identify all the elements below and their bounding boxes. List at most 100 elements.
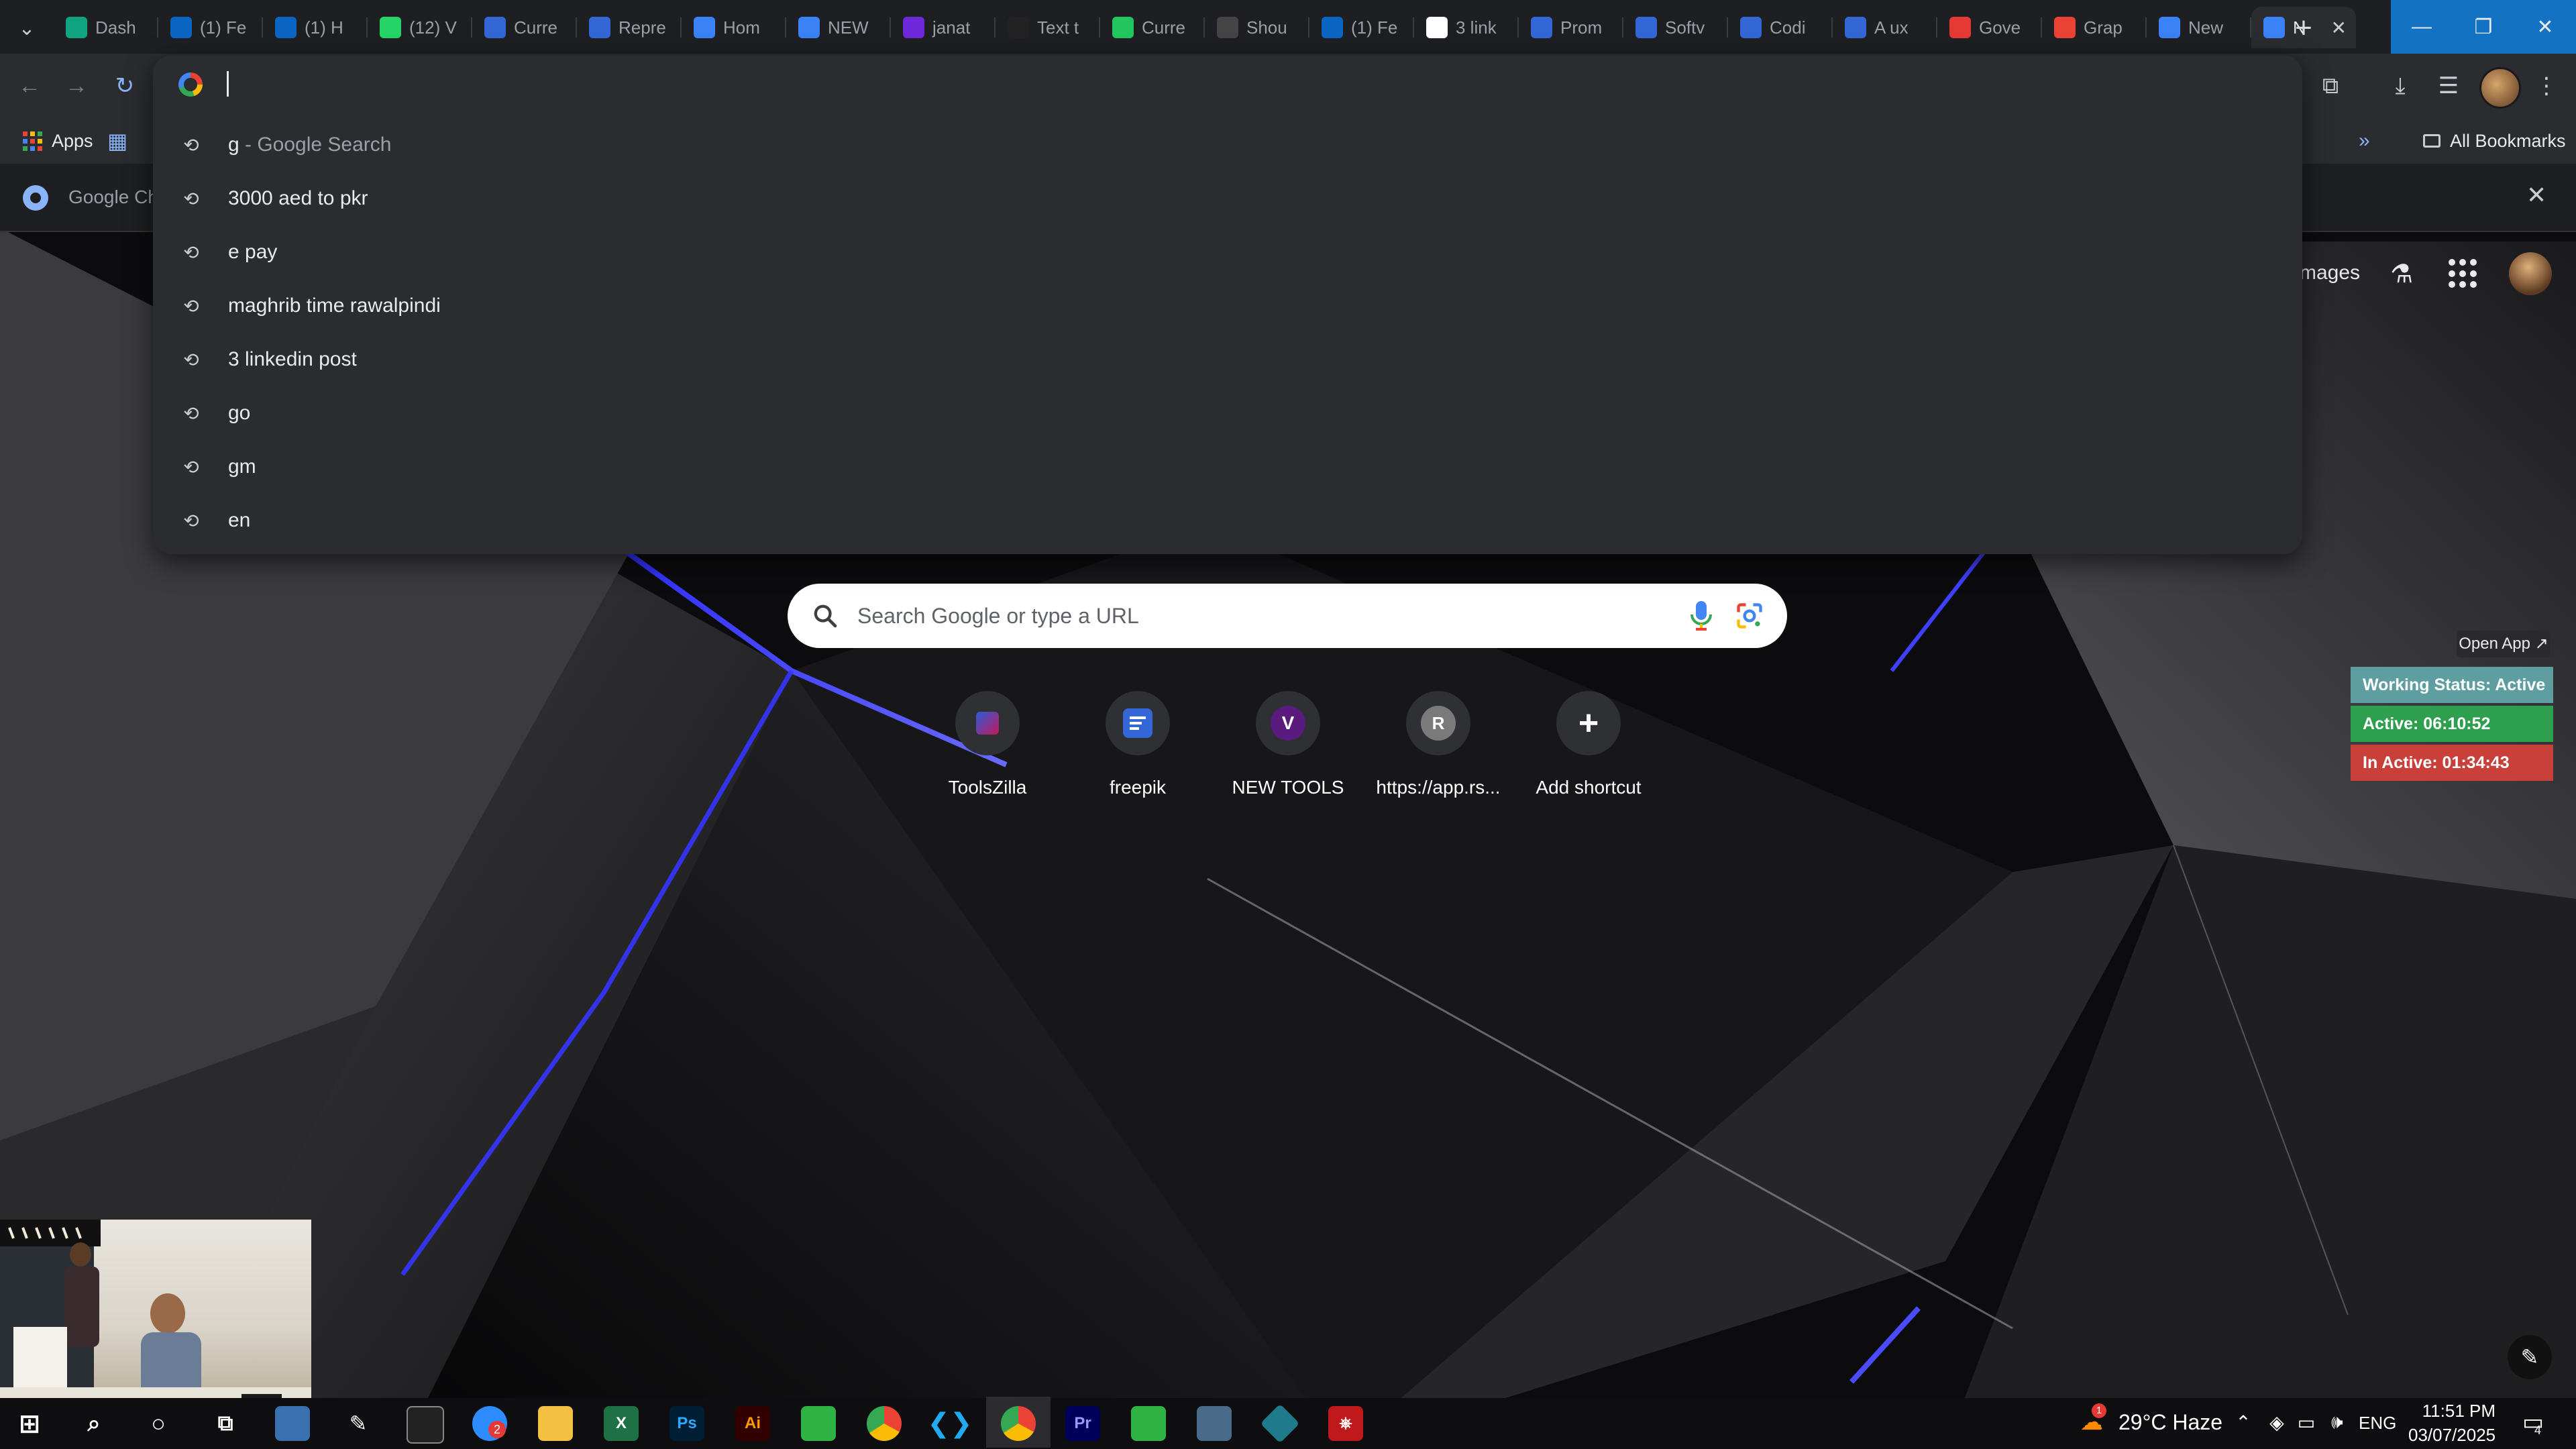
customize-pencil-icon[interactable]: ✎ — [2508, 1335, 2552, 1379]
search-box[interactable]: Search Google or type a URL — [788, 584, 1787, 648]
task-view-icon[interactable]: ⧉ — [208, 1406, 243, 1441]
omnibox-suggestion[interactable]: ⟲ g - Google Search — [153, 118, 2302, 172]
tab-groups-icon[interactable]: ▦ — [107, 127, 127, 154]
cortana-icon[interactable]: ○ — [141, 1406, 176, 1441]
tab[interactable]: (1) H — [263, 7, 368, 48]
tab[interactable]: Prom — [1519, 7, 1623, 48]
tab[interactable]: (12) V — [368, 7, 472, 48]
downloads-icon[interactable]: ⤓ — [2381, 67, 2419, 105]
shortcut-freepik[interactable]: freepik — [1063, 691, 1197, 812]
images-link[interactable]: mages — [2300, 262, 2360, 284]
tab[interactable]: NEW — [786, 7, 891, 48]
volume-icon[interactable]: 🕪 — [2324, 1409, 2351, 1436]
infobar-close-icon[interactable]: ✕ — [2526, 181, 2546, 209]
reading-list-icon[interactable]: ☰ — [2430, 67, 2467, 105]
omnibox-suggestion[interactable]: ⟲ 3000 aed to pkr — [153, 172, 2302, 225]
active-time-badge: Active: 06:10:52 — [2351, 706, 2553, 742]
sheets-app-icon-2[interactable] — [1131, 1406, 1166, 1441]
security-icon[interactable]: ◈ — [2263, 1409, 2290, 1436]
webcam-preview — [0, 1220, 311, 1418]
tab-label: New — [2188, 17, 2224, 38]
notification-center-icon[interactable]: ▭ — [2520, 1409, 2546, 1436]
excel-icon[interactable]: X — [604, 1406, 639, 1441]
tab[interactable]: Curre — [1100, 7, 1205, 48]
tab-search-button[interactable]: ⌄ — [8, 9, 46, 47]
chrome-active-icon[interactable] — [1001, 1406, 1036, 1441]
tab-label: Gove — [1979, 17, 2021, 38]
tab[interactable]: Gove — [1937, 7, 2042, 48]
tab[interactable]: janat — [891, 7, 996, 48]
forward-button[interactable]: → — [60, 70, 93, 102]
profile-avatar[interactable] — [2479, 67, 2521, 109]
tab[interactable]: Curre — [472, 7, 577, 48]
account-avatar[interactable] — [2509, 252, 2552, 295]
omnibox-suggestion[interactable]: ⟲ maghrib time rawalpindi — [153, 279, 2302, 333]
tab[interactable]: (1) Fe — [1309, 7, 1414, 48]
terminal-icon[interactable] — [407, 1406, 444, 1444]
suggestion-text: en — [228, 509, 250, 532]
open-app-button[interactable]: Open App ↗ — [2457, 631, 2551, 657]
omnibox-suggestion[interactable]: ⟲ gm — [153, 440, 2302, 494]
whatsapp-icon — [380, 17, 401, 38]
tab[interactable]: Softv — [1623, 7, 1728, 48]
tab[interactable]: Shou — [1205, 7, 1309, 48]
tab[interactable]: Text t — [996, 7, 1100, 48]
tab-close-icon[interactable]: ✕ — [2331, 17, 2347, 39]
windows-start-icon[interactable]: ⊞ — [12, 1406, 47, 1441]
tab[interactable]: Hom — [682, 7, 786, 48]
omnibox-suggestion[interactable]: ⟲ 3 linkedin post — [153, 333, 2302, 386]
all-bookmarks-button[interactable]: All Bookmarks — [2423, 127, 2566, 154]
premiere-icon[interactable]: Pr — [1065, 1406, 1100, 1441]
sheets-app-icon[interactable] — [801, 1406, 836, 1441]
tab[interactable]: New — [2147, 7, 2251, 48]
forms-icon — [1635, 17, 1657, 38]
chrome-taskbar-icon[interactable] — [867, 1406, 902, 1441]
shortcut-new-tools[interactable]: V NEW TOOLS — [1213, 691, 1347, 812]
minimize-button[interactable]: — — [2391, 0, 2453, 54]
close-window-button[interactable]: ✕ — [2514, 0, 2576, 54]
photoshop-icon[interactable]: Ps — [669, 1406, 704, 1441]
vscode-icon[interactable]: ❮❯ — [927, 1406, 972, 1441]
illustrator-icon[interactable]: Ai — [735, 1406, 770, 1441]
shortcut-app-rs[interactable]: R https://app.rs... — [1363, 691, 1501, 812]
microphone-icon[interactable] — [1688, 600, 1715, 632]
taskbar-app-icon[interactable] — [275, 1406, 310, 1441]
search-taskbar-icon[interactable]: ⌕ — [76, 1406, 111, 1441]
acrobat-icon[interactable]: ⎈ — [1328, 1406, 1363, 1441]
weather-text[interactable]: 29°C Haze — [2118, 1410, 2222, 1435]
reload-button[interactable]: ↻ — [109, 70, 141, 102]
pen-icon[interactable]: ✎ — [341, 1406, 376, 1441]
tab[interactable]: Codi — [1728, 7, 1833, 48]
shortcut-toolszilla[interactable]: ToolsZilla — [912, 691, 1046, 812]
tab[interactable]: A ux — [1833, 7, 1937, 48]
search-labs-icon[interactable]: ⚗ — [2385, 258, 2418, 290]
omnibox-suggestion[interactable]: ⟲ e pay — [153, 225, 2302, 279]
extensions-icon[interactable]: ⧉ — [2312, 67, 2349, 105]
back-button[interactable]: ← — [13, 70, 46, 102]
tab[interactable]: Dash — [54, 7, 158, 48]
network-icon[interactable]: ▭ — [2293, 1409, 2320, 1436]
bookmark-apps[interactable]: Apps — [23, 127, 93, 154]
google-lens-icon[interactable] — [1735, 601, 1764, 631]
omnibox-suggestion[interactable]: ⟲ go — [153, 386, 2302, 440]
address-bar-input[interactable] — [153, 55, 2302, 113]
text-icon — [1008, 17, 1029, 38]
tab-label: A ux — [1874, 17, 1909, 38]
file-explorer-icon[interactable] — [538, 1406, 573, 1441]
language-indicator[interactable]: ENG — [2359, 1413, 2396, 1434]
new-tab-button[interactable]: + — [2285, 9, 2322, 47]
tab[interactable]: (1) Fe — [158, 7, 263, 48]
calculator-icon[interactable] — [1197, 1406, 1232, 1441]
chevron-up-icon[interactable]: ⌃ — [2230, 1409, 2257, 1436]
clock-time[interactable]: 11:51 PM — [2415, 1401, 2496, 1421]
clock-date[interactable]: 03/07/2025 — [2408, 1425, 2496, 1446]
google-apps-icon[interactable] — [2449, 259, 2478, 288]
chrome-menu-icon[interactable]: ⋮ — [2528, 67, 2565, 105]
restore-button[interactable]: ❐ — [2453, 0, 2514, 54]
tab[interactable]: Grap — [2042, 7, 2147, 48]
tab[interactable]: Repre — [577, 7, 682, 48]
omnibox-suggestion[interactable]: ⟲ en — [153, 494, 2302, 547]
bookmarks-overflow-chevron-icon[interactable]: » — [2359, 127, 2370, 154]
tab[interactable]: 3 link — [1414, 7, 1519, 48]
add-shortcut-button[interactable]: + Add shortcut — [1513, 691, 1648, 812]
